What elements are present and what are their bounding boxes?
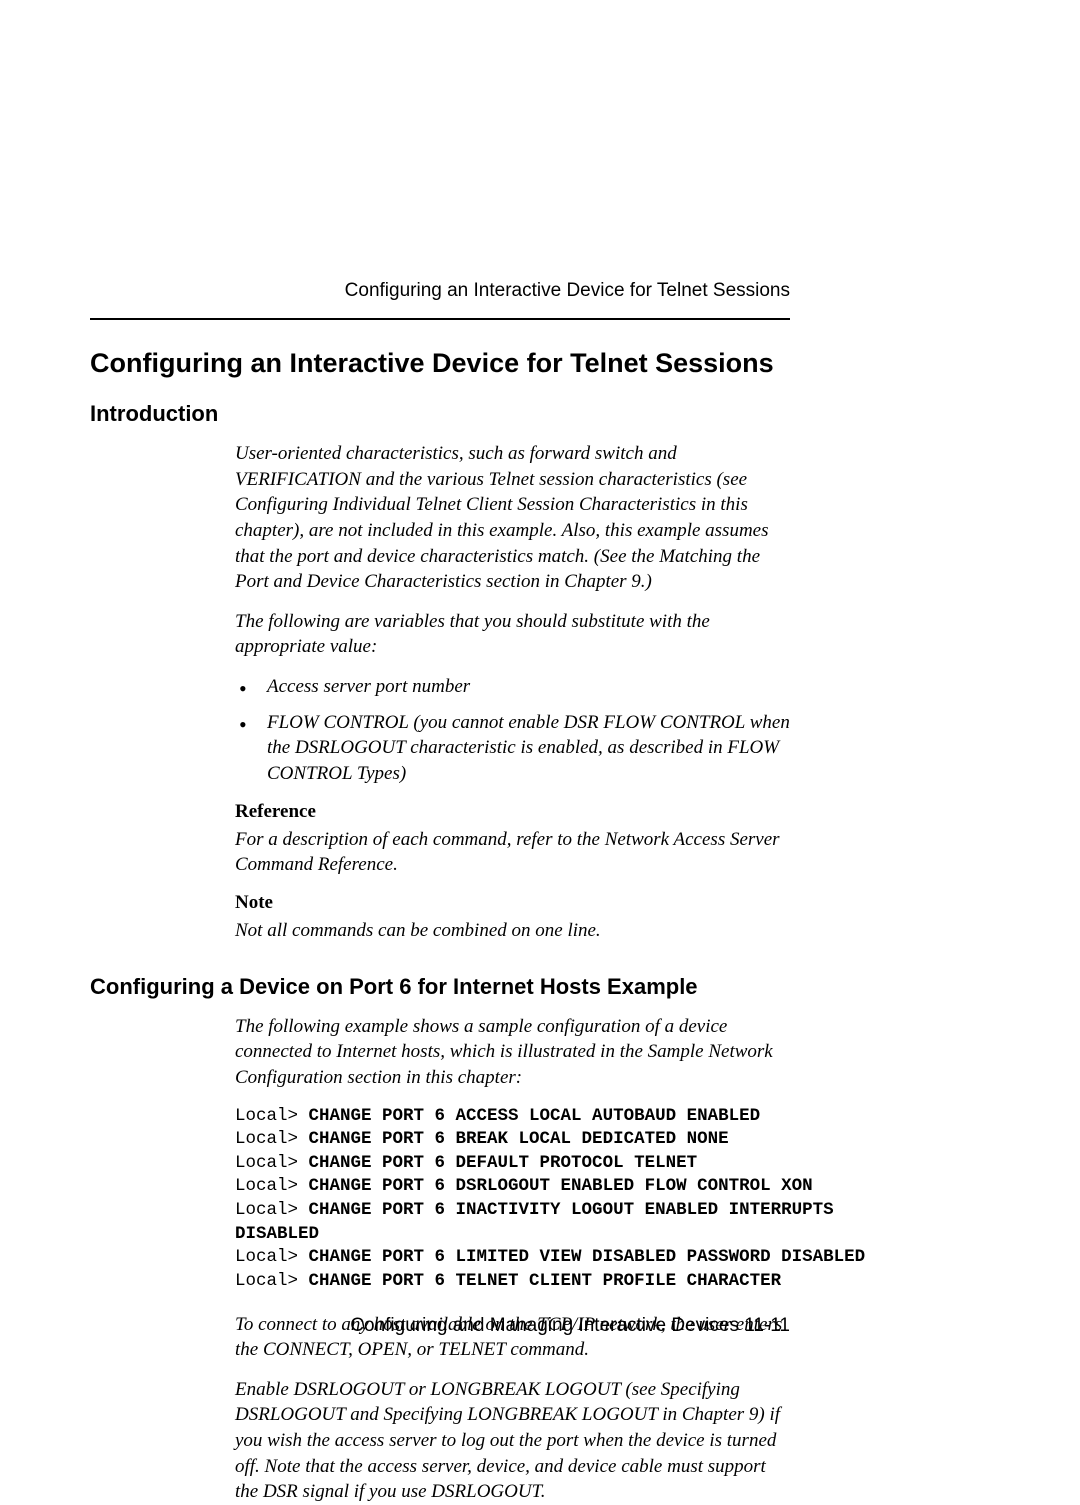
example-heading: Configuring a Device on Port 6 for Inter… xyxy=(90,974,990,1000)
example-body: The following example shows a sample con… xyxy=(235,1014,790,1505)
intro-para-2: The following are variables that you sho… xyxy=(235,609,790,660)
note-label: Note xyxy=(235,892,790,914)
reference-text: For a description of each command, refer… xyxy=(235,827,790,878)
intro-bullet-list: Access server port number FLOW CONTROL (… xyxy=(235,674,790,787)
reference-label: Reference xyxy=(235,801,790,823)
introduction-heading: Introduction xyxy=(90,401,990,427)
intro-para-1: User-oriented characteristics, such as f… xyxy=(235,441,790,595)
code-block: Local> CHANGE PORT 6 ACCESS LOCAL AUTOBA… xyxy=(235,1105,790,1294)
example-after-para-2: Enable DSRLOGOUT or LONGBREAK LOGOUT (se… xyxy=(235,1377,790,1505)
note-text: Not all commands can be combined on one … xyxy=(235,918,790,944)
example-intro: The following example shows a sample con… xyxy=(235,1014,790,1091)
header-divider xyxy=(90,318,790,320)
intro-bullet-2: FLOW CONTROL (you cannot enable DSR FLOW… xyxy=(235,710,790,787)
running-header: Configuring an Interactive Device for Te… xyxy=(90,280,990,302)
section-title: Configuring an Interactive Device for Te… xyxy=(90,348,990,379)
introduction-body: User-oriented characteristics, such as f… xyxy=(235,441,790,944)
page-footer: Configuring and Managing Interactive Dev… xyxy=(350,1315,790,1337)
intro-bullet-1: Access server port number xyxy=(235,674,790,700)
